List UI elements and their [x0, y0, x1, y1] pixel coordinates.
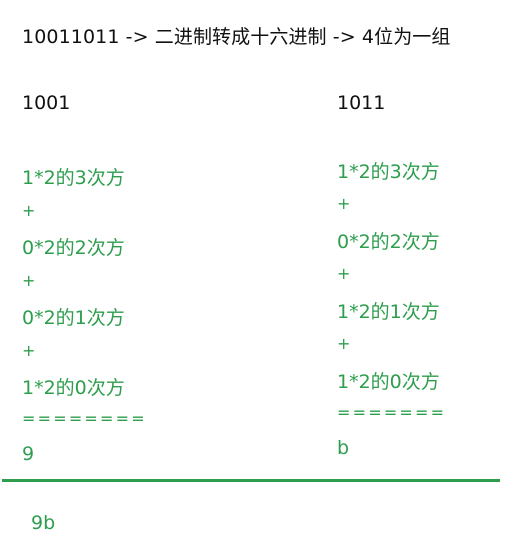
left-step-plus: + [22, 341, 36, 360]
left-step-plus: + [22, 271, 36, 290]
left-step-term: 0*2的1次方 [22, 307, 125, 329]
result-divider [2, 479, 500, 482]
page-title: 10011011 -> 二进制转成十六进制 -> 4位为一组 [22, 26, 451, 48]
right-group-label: 1011 [337, 92, 386, 114]
left-equals-line: ======== [22, 409, 147, 428]
left-step-plus: + [22, 201, 36, 220]
left-step-term: 0*2的2次方 [22, 237, 125, 259]
right-equals-line: ======= [337, 403, 447, 422]
left-step-term: 1*2的3次方 [22, 167, 125, 189]
right-step-term: 1*2的1次方 [337, 301, 440, 323]
left-group-label: 1001 [22, 92, 71, 114]
right-step-plus: + [337, 334, 351, 353]
left-group-result: 9 [22, 443, 35, 465]
left-step-term: 1*2的0次方 [22, 377, 125, 399]
right-step-term: 0*2的2次方 [337, 231, 440, 253]
conversion-page: 10011011 -> 二进制转成十六进制 -> 4位为一组 1001 1*2的… [0, 0, 523, 550]
right-step-plus: + [337, 194, 351, 213]
right-step-term: 1*2的3次方 [337, 161, 440, 183]
right-step-plus: + [337, 264, 351, 283]
right-step-term: 1*2的0次方 [337, 371, 440, 393]
right-group-result: b [337, 437, 350, 459]
final-hex-result: 9b [31, 512, 56, 534]
